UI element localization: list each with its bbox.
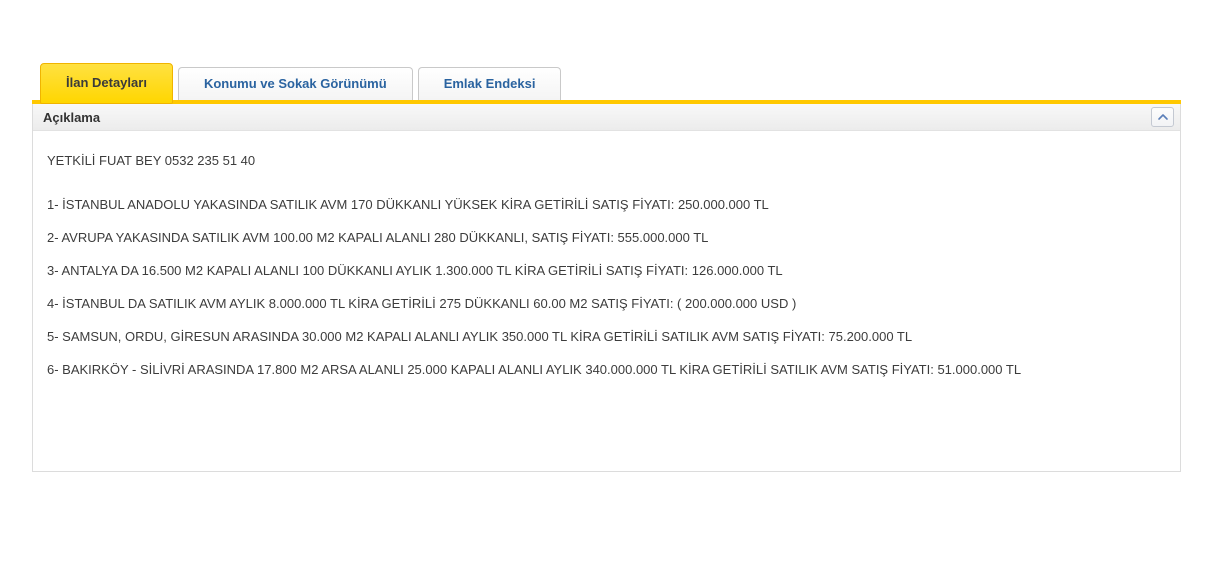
description-body: YETKİLİ FUAT BEY 0532 235 51 40 1- İSTAN…: [33, 131, 1180, 471]
listing-item-2: 2- AVRUPA YAKASINDA SATILIK AVM 100.00 M…: [47, 228, 1166, 248]
contact-line: YETKİLİ FUAT BEY 0532 235 51 40: [47, 151, 1166, 171]
panel-title: Açıklama: [43, 110, 100, 125]
chevron-up-icon: [1157, 113, 1169, 121]
listing-item-5: 5- SAMSUN, ORDU, GİRESUN ARASINDA 30.000…: [47, 327, 1166, 347]
listing-item-4: 4- İSTANBUL DA SATILIK AVM AYLIK 8.000.0…: [47, 294, 1166, 314]
tab-emlak-endeksi[interactable]: Emlak Endeksi: [418, 67, 562, 100]
tab-konumu-ve-sokak-gorunumu[interactable]: Konumu ve Sokak Görünümü: [178, 67, 413, 100]
tab-ilan-detaylari[interactable]: İlan Detayları: [40, 63, 173, 104]
aciklama-panel: Açıklama YETKİLİ FUAT BEY 0532 235 51 40…: [32, 104, 1181, 472]
listing-item-6: 6- BAKIRKÖY - SİLİVRİ ARASINDA 17.800 M2…: [47, 360, 1166, 380]
panel-header: Açıklama: [33, 104, 1180, 131]
listing-detail-page: İlan Detayları Konumu ve Sokak Görünümü …: [0, 0, 1181, 472]
listing-item-3: 3- ANTALYA DA 16.500 M2 KAPALI ALANLI 10…: [47, 261, 1166, 281]
listing-item-1: 1- İSTANBUL ANADOLU YAKASINDA SATILIK AV…: [47, 195, 1166, 215]
collapse-panel-button[interactable]: [1151, 107, 1174, 127]
tab-bar: İlan Detayları Konumu ve Sokak Görünümü …: [32, 63, 1181, 104]
